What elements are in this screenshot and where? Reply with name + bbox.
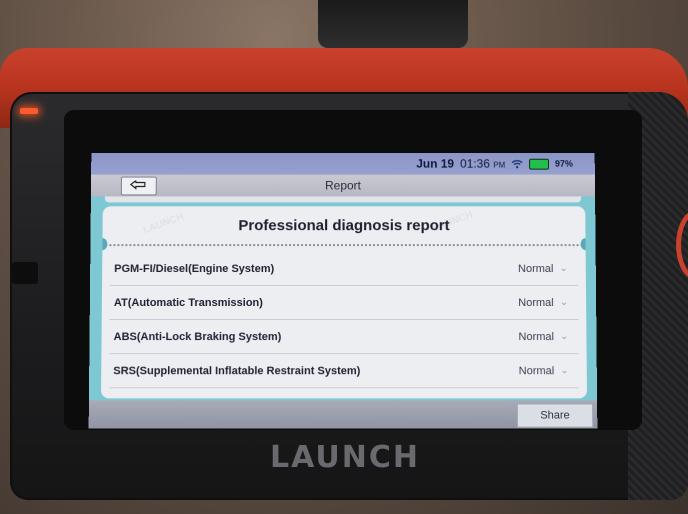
chevron-down-icon[interactable]: ⌄ xyxy=(560,365,569,376)
dotted-divider xyxy=(102,244,586,247)
top-bar: Report xyxy=(90,174,596,197)
status-ampm: PM xyxy=(493,160,506,170)
power-led xyxy=(20,108,38,114)
page-title: Report xyxy=(325,178,361,193)
chevron-down-icon[interactable]: ⌄ xyxy=(559,263,567,274)
system-row[interactable]: SRS(Supplemental Inflatable Restraint Sy… xyxy=(109,354,579,389)
system-name: AT(Automatic Transmission) xyxy=(113,296,263,309)
status-text: Normal xyxy=(518,364,555,377)
status-text: Normal xyxy=(518,296,554,309)
side-port xyxy=(12,262,38,284)
bottom-bar: Share xyxy=(88,400,598,429)
status-time-value: 01:36 xyxy=(460,156,490,171)
screen: Jun 19 01:36 PM 97% Report LAUNCH LAUNCH… xyxy=(88,152,598,429)
system-row[interactable]: AT(Automatic Transmission) Normal ⌄ xyxy=(109,286,579,321)
battery-icon xyxy=(529,158,550,170)
card-notch-right xyxy=(580,238,588,251)
status-text: Normal xyxy=(517,262,554,275)
chevron-down-icon[interactable]: ⌄ xyxy=(560,331,569,342)
status-date: Jun 19 xyxy=(416,156,455,171)
wifi-icon xyxy=(511,159,523,169)
report-title: Professional diagnosis report xyxy=(238,216,450,234)
chevron-down-icon[interactable]: ⌄ xyxy=(560,297,568,308)
system-name: SRS(Supplemental Inflatable Restraint Sy… xyxy=(113,364,361,377)
system-name: ABS(Anti-Lock Braking System) xyxy=(113,330,282,343)
obd-connector xyxy=(318,0,468,48)
system-row[interactable]: PGM-FI/Diesel(Engine System) Normal ⌄ xyxy=(110,252,578,287)
report-card: LAUNCH LAUNCH Professional diagnosis rep… xyxy=(100,206,588,399)
system-status: Normal ⌄ xyxy=(518,331,578,343)
top-subbar xyxy=(104,196,582,203)
status-time: 01:36 PM xyxy=(460,157,505,171)
system-status: Normal ⌄ xyxy=(518,296,578,308)
status-bar: Jun 19 01:36 PM 97% xyxy=(91,152,595,175)
device-brand-logo: LAUNCH xyxy=(269,440,420,475)
system-status: Normal ⌄ xyxy=(518,263,578,275)
share-button[interactable]: Share xyxy=(516,403,594,428)
system-status: Normal ⌄ xyxy=(519,365,579,377)
battery-percent: 97% xyxy=(554,158,573,169)
system-name: PGM-FI/Diesel(Engine System) xyxy=(114,262,275,275)
system-row[interactable]: ABS(Anti-Lock Braking System) Normal ⌄ xyxy=(109,320,579,355)
system-list: PGM-FI/Diesel(Engine System) Normal ⌄ AT… xyxy=(109,252,579,389)
status-text: Normal xyxy=(518,330,555,343)
card-notch-left xyxy=(100,238,108,251)
